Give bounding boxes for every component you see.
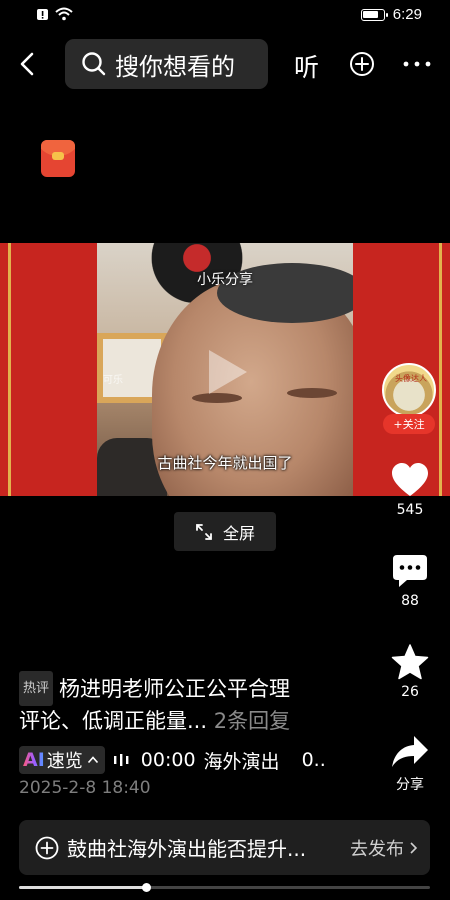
comment-icon [393, 555, 427, 587]
like-count: 545 [396, 502, 424, 518]
comment-count: 88 [401, 593, 419, 609]
avatar[interactable]: 头像达人 [382, 363, 436, 417]
favorite-button[interactable]: 26 [384, 644, 436, 700]
ai-logo: AI [23, 749, 45, 771]
hot-comment-text-1: 杨进明老师公正公平合理 [59, 677, 291, 701]
chevron-right-icon [410, 841, 418, 854]
search-input[interactable]: 搜你想看的 [65, 39, 268, 89]
red-envelope-seal [52, 152, 64, 160]
ai-chapter-next[interactable]: 0.. [302, 749, 326, 771]
post-date: 2025-2-8 18:40 [19, 778, 151, 798]
share-label: 分享 [396, 777, 424, 793]
decorative-stripe [439, 243, 442, 496]
wifi-icon [55, 7, 73, 21]
battery-level [362, 10, 378, 18]
fullscreen-label: 全屏 [222, 523, 255, 543]
audio-wave-icon [113, 754, 129, 766]
search-icon [82, 52, 106, 76]
heart-icon [392, 463, 428, 496]
comment-button[interactable]: 88 [384, 553, 436, 609]
video-side-panel-left [0, 243, 97, 496]
video-progress-knob[interactable] [142, 883, 152, 892]
ai-overview-row: AI 速览 00:00 海外演出 0.. [19, 745, 349, 775]
reply-count[interactable]: 2条回复 [214, 709, 290, 733]
hot-comment-text-2: 评论、低调正能量... [19, 709, 208, 733]
favorite-count: 26 [401, 684, 419, 700]
avatar-text: 头像达人 [395, 374, 427, 383]
status-right: 6:29 [360, 6, 422, 23]
video-progress-fill [19, 886, 147, 889]
publish-link[interactable]: 去发布 [350, 835, 404, 861]
video-subtitle: 古曲社今年就出国了 [157, 454, 293, 472]
red-envelope-icon[interactable] [41, 140, 75, 177]
add-circle-icon [35, 836, 59, 859]
hot-comment[interactable]: 热评 杨进明老师公正公平合理 评论、低调正能量... 2条回复 [19, 671, 359, 737]
battery-icon [360, 8, 388, 21]
notification-alert-icon [37, 8, 48, 20]
video-person-brow [287, 388, 337, 398]
back-icon[interactable] [14, 50, 42, 78]
decorative-stripe [8, 243, 11, 496]
video-watermark: 可乐 [103, 375, 123, 386]
chevron-up-icon [87, 756, 98, 764]
ai-chapter-time[interactable]: 00:00 [141, 749, 196, 771]
follow-button[interactable]: +关注 [383, 414, 435, 434]
play-icon[interactable] [205, 347, 249, 397]
hot-comment-line-2: 评论、低调正能量... 2条回复 [19, 706, 359, 737]
ai-chapter-topic[interactable]: 海外演出 [204, 747, 280, 774]
status-bar: 6:29 [0, 0, 450, 30]
more-icon[interactable] [402, 51, 432, 77]
search-placeholder: 搜你想看的 [115, 52, 235, 81]
fullscreen-icon [196, 523, 212, 540]
topic-text: 鼓曲社海外演出能否提升... [67, 837, 307, 861]
video-progress-bar[interactable] [19, 883, 430, 892]
like-button[interactable]: 545 [384, 462, 436, 518]
fullscreen-button[interactable]: 全屏 [174, 512, 276, 551]
share-button[interactable]: 分享 [384, 734, 436, 794]
listen-button[interactable]: 听 [294, 48, 319, 84]
ai-overview-label: 速览 [46, 751, 83, 772]
add-icon[interactable] [349, 51, 375, 77]
video-frame: 小乐分享 可乐 古曲社今年就出国了 [97, 243, 353, 496]
hot-comment-tag: 热评 [19, 671, 54, 706]
hot-comment-line-1: 热评 杨进明老师公正公平合理 [19, 671, 359, 706]
author-avatar-group: 头像达人 +关注 [381, 363, 437, 435]
star-icon [391, 644, 429, 680]
share-icon [392, 736, 428, 767]
topic-bar[interactable]: 鼓曲社海外演出能否提升... 去发布 [19, 820, 430, 875]
status-left [36, 7, 73, 21]
video-top-caption: 小乐分享 [197, 272, 253, 288]
status-time: 6:29 [392, 6, 422, 23]
ai-overview-button[interactable]: AI 速览 [19, 746, 105, 774]
top-bar: 搜你想看的 听 [0, 38, 450, 90]
